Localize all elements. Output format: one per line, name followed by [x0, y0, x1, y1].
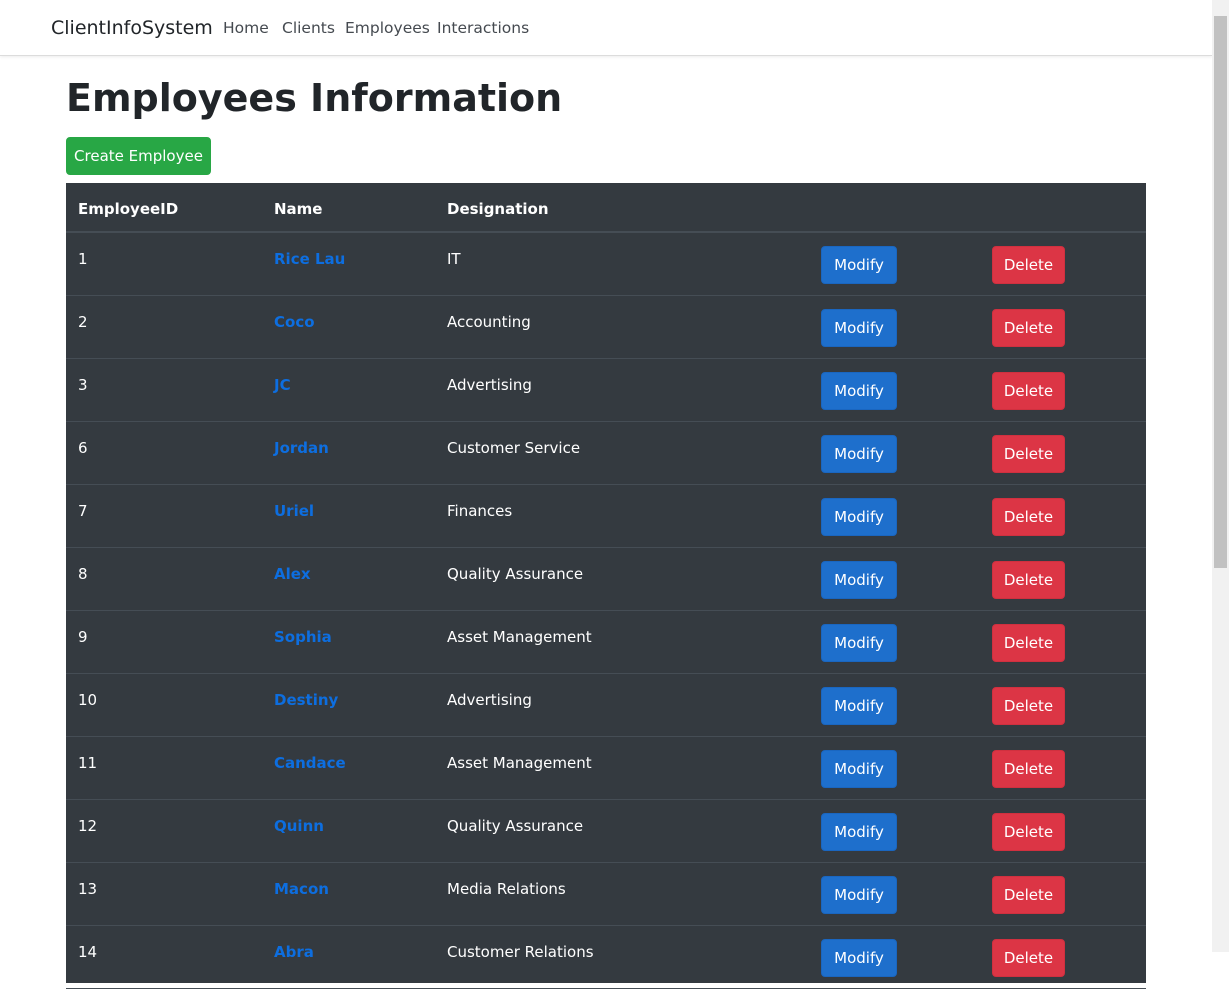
- employee-id-cell: 3: [78, 376, 88, 394]
- employee-name-link[interactable]: Coco: [274, 313, 315, 331]
- modify-button[interactable]: Modify: [821, 687, 897, 725]
- employee-name-link[interactable]: Alex: [274, 565, 311, 583]
- designation-cell: Customer Relations: [447, 943, 594, 961]
- modify-button[interactable]: Modify: [821, 246, 897, 284]
- delete-button[interactable]: Delete: [992, 624, 1065, 662]
- employee-id-cell: 6: [78, 439, 88, 457]
- employee-id-cell: 13: [78, 880, 98, 898]
- table-row: 6 Jordan Customer Service Modify Delete: [66, 422, 1146, 485]
- page-title: Employees Information: [66, 76, 563, 120]
- delete-button[interactable]: Delete: [992, 372, 1065, 410]
- modify-button[interactable]: Modify: [821, 750, 897, 788]
- nav-employees-link[interactable]: Employees: [345, 19, 430, 37]
- nav-clients-link[interactable]: Clients: [282, 19, 335, 37]
- delete-button[interactable]: Delete: [992, 246, 1065, 284]
- employees-table: EmployeeID Name Designation 1 Rice Lau IT M…: [66, 183, 1146, 989]
- employee-id-cell: 1: [78, 250, 88, 268]
- employee-id-cell: 2: [78, 313, 88, 331]
- employee-name-link[interactable]: Jordan: [274, 439, 329, 457]
- nav-interactions-link[interactable]: Interactions: [437, 19, 529, 37]
- employee-id-cell: 7: [78, 502, 88, 520]
- employee-name-link[interactable]: Candace: [274, 754, 346, 772]
- delete-button[interactable]: Delete: [992, 813, 1065, 851]
- top-navbar: ClientInfoSystem Home Clients Employees …: [0, 0, 1212, 56]
- scrollbar-thumb[interactable]: [1214, 16, 1227, 568]
- designation-cell: Quality Assurance: [447, 565, 584, 583]
- delete-button[interactable]: Delete: [992, 435, 1065, 473]
- header-name: Name: [274, 200, 323, 218]
- employee-id-cell: 12: [78, 817, 98, 835]
- modify-button[interactable]: Modify: [821, 309, 897, 347]
- delete-button[interactable]: Delete: [992, 561, 1065, 599]
- modify-button[interactable]: Modify: [821, 876, 897, 914]
- modify-button[interactable]: Modify: [821, 939, 897, 977]
- designation-cell: Media Relations: [447, 880, 566, 898]
- employee-name-link[interactable]: Sophia: [274, 628, 332, 646]
- employee-id-cell: 14: [78, 943, 98, 961]
- delete-button[interactable]: Delete: [992, 939, 1065, 977]
- employee-name-link[interactable]: JC: [274, 376, 291, 394]
- designation-cell: Quality Assurance: [447, 817, 584, 835]
- table-row: 8 Alex Quality Assurance Modify Delete: [66, 548, 1146, 611]
- table-row: 10 Destiny Advertising Modify Delete: [66, 674, 1146, 737]
- modify-button[interactable]: Modify: [821, 813, 897, 851]
- employee-id-cell: 11: [78, 754, 98, 772]
- table-header: EmployeeID Name Designation: [66, 183, 1146, 233]
- nav-home-link[interactable]: Home: [223, 19, 269, 37]
- employee-name-link[interactable]: Abra: [274, 943, 314, 961]
- modify-button[interactable]: Modify: [821, 561, 897, 599]
- delete-button[interactable]: Delete: [992, 687, 1065, 725]
- designation-cell: Customer Service: [447, 439, 581, 457]
- table-row: 1 Rice Lau IT Modify Delete: [66, 233, 1146, 296]
- employee-id-cell: 9: [78, 628, 88, 646]
- vertical-scrollbar[interactable]: [1212, 0, 1229, 952]
- delete-button[interactable]: Delete: [992, 498, 1065, 536]
- table-row: 13 Macon Media Relations Modify Delete: [66, 863, 1146, 926]
- designation-cell: Finances: [447, 502, 513, 520]
- table-row: 12 Quinn Quality Assurance Modify Delete: [66, 800, 1146, 863]
- table-row: 3 JC Advertising Modify Delete: [66, 359, 1146, 422]
- designation-cell: IT: [447, 250, 461, 268]
- table-row: 11 Candace Asset Management Modify Delete: [66, 737, 1146, 800]
- delete-button[interactable]: Delete: [992, 876, 1065, 914]
- modify-button[interactable]: Modify: [821, 624, 897, 662]
- designation-cell: Advertising: [447, 376, 532, 394]
- designation-cell: Advertising: [447, 691, 532, 709]
- employee-name-link[interactable]: Destiny: [274, 691, 338, 709]
- designation-cell: Asset Management: [447, 754, 592, 772]
- employee-name-link[interactable]: Uriel: [274, 502, 314, 520]
- delete-button[interactable]: Delete: [992, 309, 1065, 347]
- create-employee-button[interactable]: Create Employee: [66, 137, 211, 175]
- brand-link[interactable]: ClientInfoSystem: [51, 17, 213, 39]
- employee-name-link[interactable]: Quinn: [274, 817, 324, 835]
- modify-button[interactable]: Modify: [821, 498, 897, 536]
- employee-name-link[interactable]: Macon: [274, 880, 329, 898]
- designation-cell: Asset Management: [447, 628, 592, 646]
- header-employee-id: EmployeeID: [78, 200, 179, 218]
- designation-cell: Accounting: [447, 313, 531, 331]
- employee-id-cell: 8: [78, 565, 88, 583]
- employee-name-link[interactable]: Rice Lau: [274, 250, 345, 268]
- table-row: 7 Uriel Finances Modify Delete: [66, 485, 1146, 548]
- table-row: 2 Coco Accounting Modify Delete: [66, 296, 1146, 359]
- employee-id-cell: 10: [78, 691, 98, 709]
- table-row: 14 Abra Customer Relations Modify Delete: [66, 926, 1146, 989]
- delete-button[interactable]: Delete: [992, 750, 1065, 788]
- modify-button[interactable]: Modify: [821, 435, 897, 473]
- table-row: 9 Sophia Asset Management Modify Delete: [66, 611, 1146, 674]
- header-designation: Designation: [447, 200, 549, 218]
- modify-button[interactable]: Modify: [821, 372, 897, 410]
